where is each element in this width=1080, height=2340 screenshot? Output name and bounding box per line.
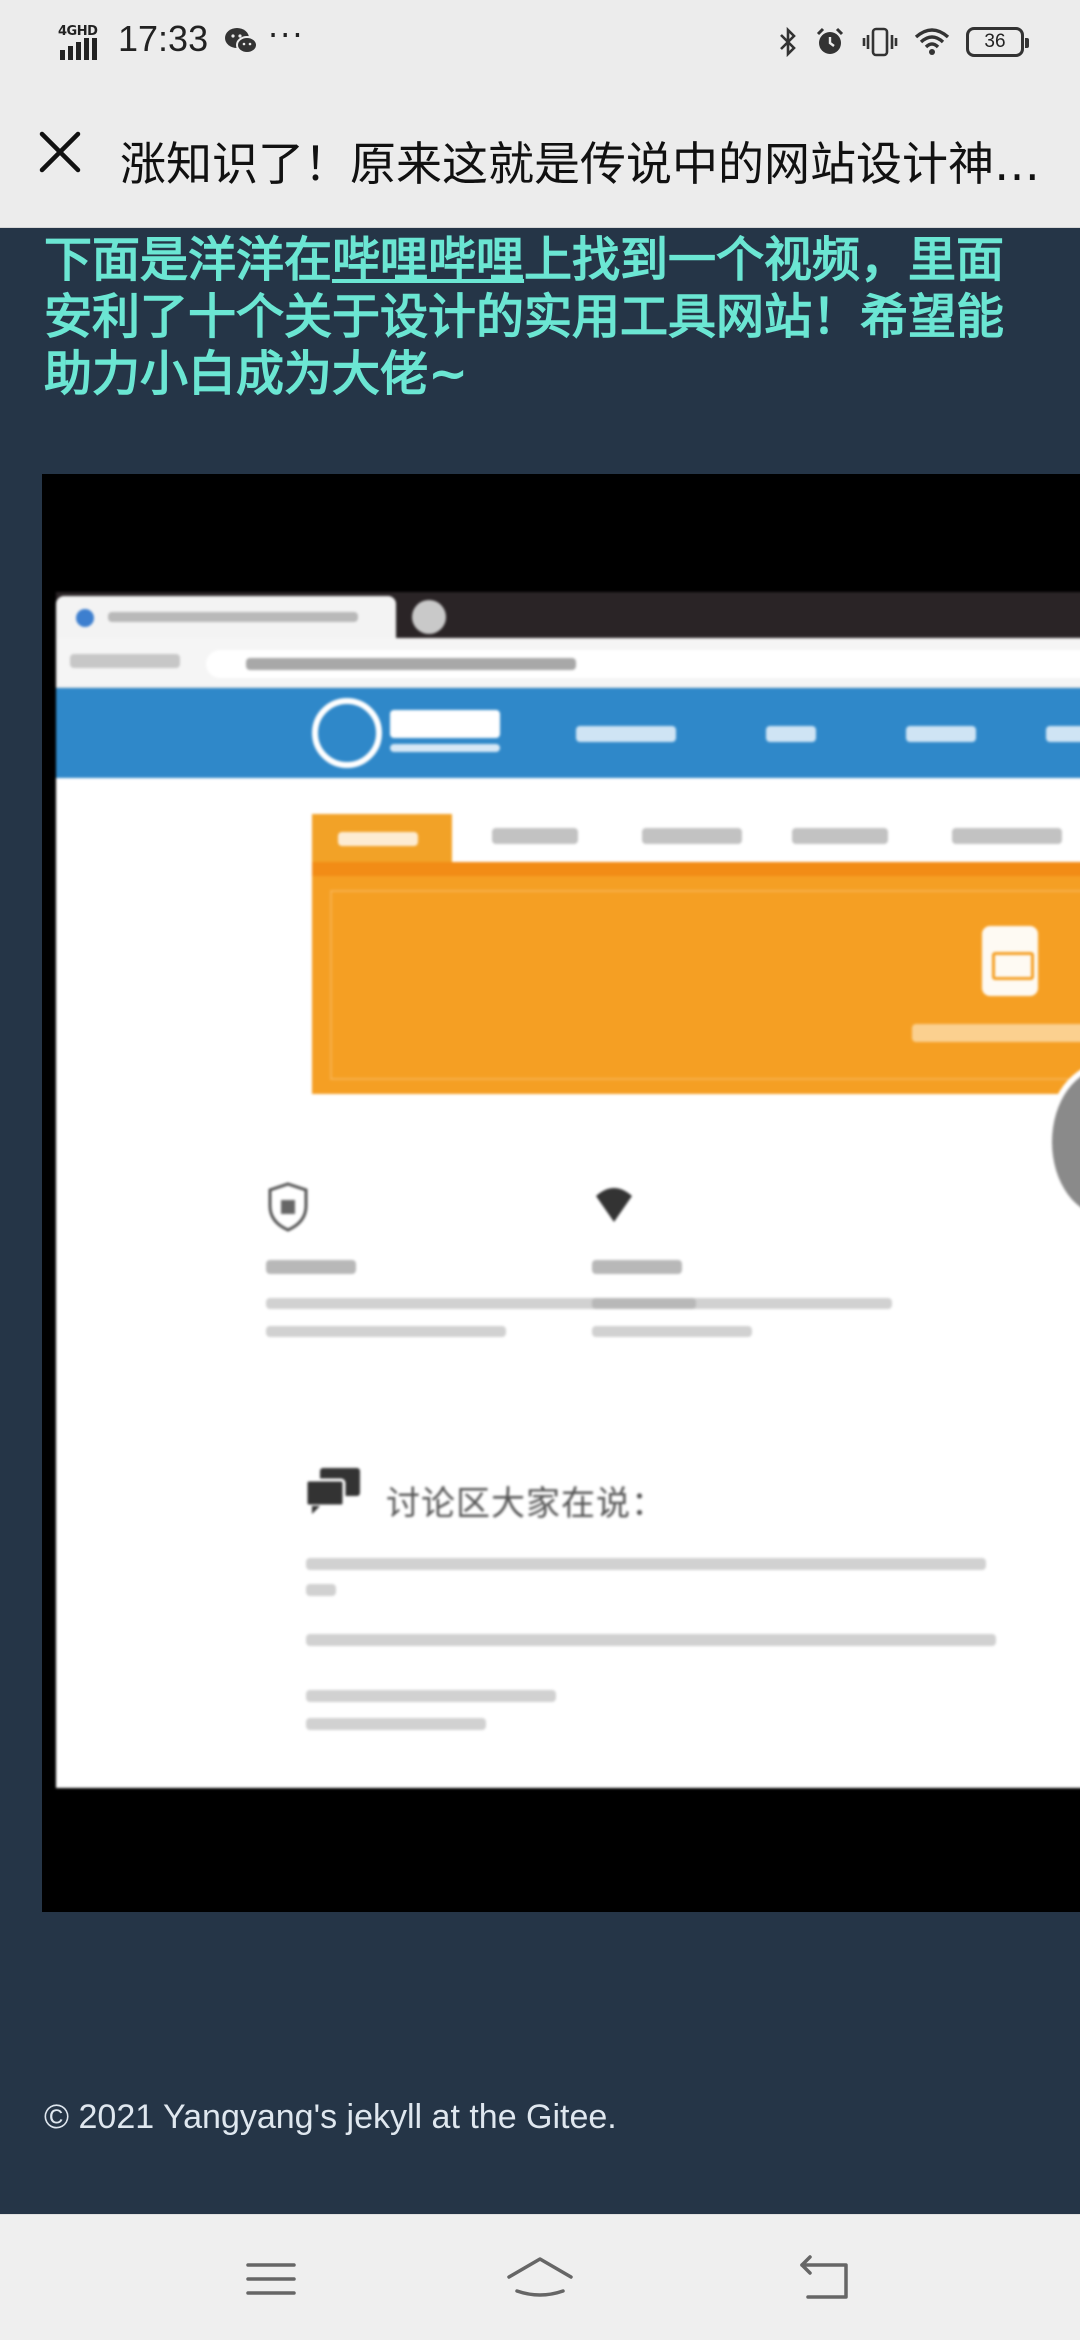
forum-heading: 讨论区大家在说： (386, 1484, 666, 1524)
back-icon[interactable] (790, 2251, 860, 2307)
bilibili-link[interactable]: 哔哩哔哩 (332, 232, 524, 288)
image-file-icon (982, 926, 1038, 996)
article-text-start: 下面是洋洋在 (44, 232, 333, 288)
site-header (56, 688, 1080, 778)
forum-section: 讨论区大家在说： (306, 1468, 1080, 1788)
video-player[interactable]: 讨论区大家在说： (42, 474, 1080, 1912)
more-notifications-icon: ··· (268, 16, 305, 54)
clock: 17:33 (118, 18, 209, 59)
shield-icon (268, 1182, 308, 1232)
compress-tabs (312, 814, 1080, 862)
wechat-icon (225, 28, 258, 54)
site-logo (312, 698, 382, 768)
article-paragraph: 下面是洋洋在哔哩哔哩上找到一个视频，里面安利了十个关于设计的实用工具网站！希望能… (44, 232, 1044, 403)
bluetooth-icon (780, 26, 796, 58)
menu-icon[interactable] (236, 2251, 306, 2307)
comments-icon (306, 1468, 360, 1514)
browser-tabstrip (56, 592, 1080, 638)
wifi-icon (914, 28, 950, 55)
wifi-signal-icon (596, 1188, 632, 1222)
home-icon[interactable] (505, 2251, 575, 2307)
feature-speed (592, 1182, 1012, 1362)
battery-indicator: 36 (966, 27, 1029, 57)
status-bar: 4GHD 17:33 ··· 36 (0, 0, 1080, 82)
title-bar: 涨知识了！原来这就是传说中的网站设计神器！ (0, 82, 1080, 228)
upload-area (312, 862, 1080, 1094)
signal-icon: 4GHD (58, 24, 102, 60)
page-title: 涨知识了！原来这就是传说中的网站设计神器！ (120, 137, 1040, 191)
network-type: 4GHD (58, 24, 98, 39)
browser-address-bar (56, 638, 1080, 688)
video-frame: 讨论区大家在说： (56, 592, 1080, 1788)
alarm-icon (816, 27, 844, 54)
close-icon[interactable] (30, 122, 90, 182)
system-navigation-bar (0, 2214, 1080, 2340)
footer-copyright: © 2021 Yangyang's jekyll at the Gitee. (44, 2098, 617, 2136)
vibrate-icon (862, 27, 898, 57)
